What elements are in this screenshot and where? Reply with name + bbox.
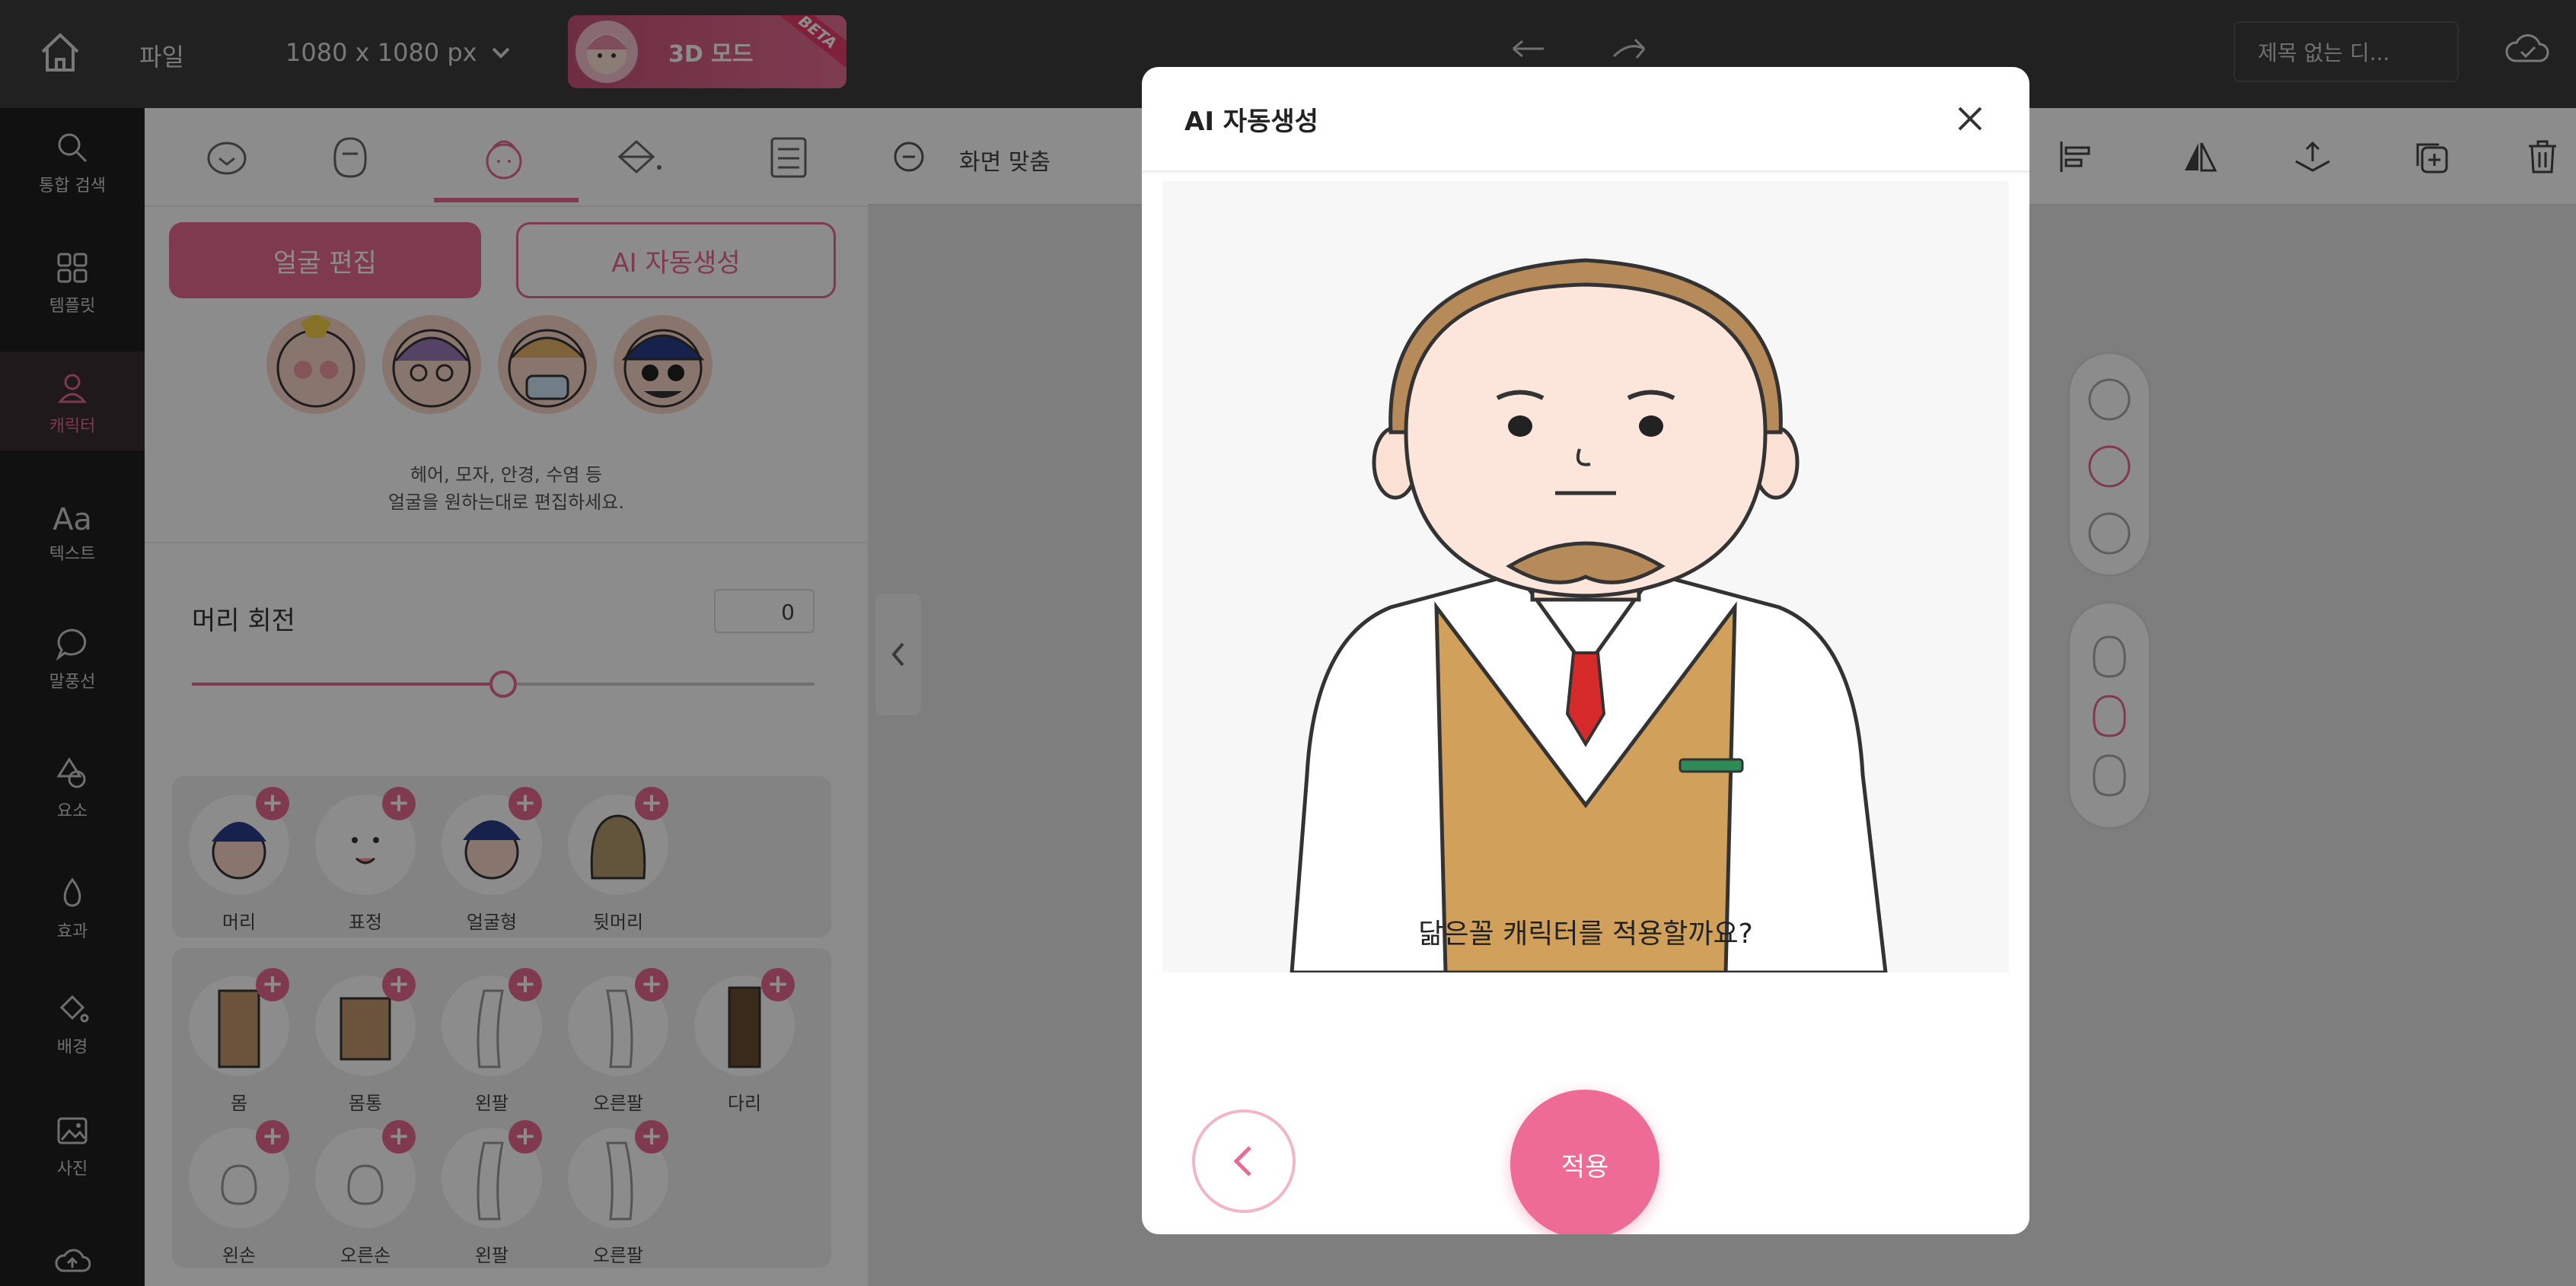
close-icon[interactable] [1949,97,1991,140]
back-button[interactable] [1192,1109,1296,1213]
apply-confirmation-text: 닮은꼴 캐릭터를 적용할까요? [1418,918,1753,950]
dialog-divider [1142,170,2029,173]
chevron-left-icon [1233,1146,1251,1176]
apply-button[interactable]: 적용 [1510,1090,1659,1234]
generated-character-preview [1162,181,2009,972]
dialog-title: AI 자동생성 [1184,107,1318,137]
ai-generate-dialog: AI 자동생성 닮은꼴 캐릭터를 적용할까요? 적용 [1142,67,2029,1234]
